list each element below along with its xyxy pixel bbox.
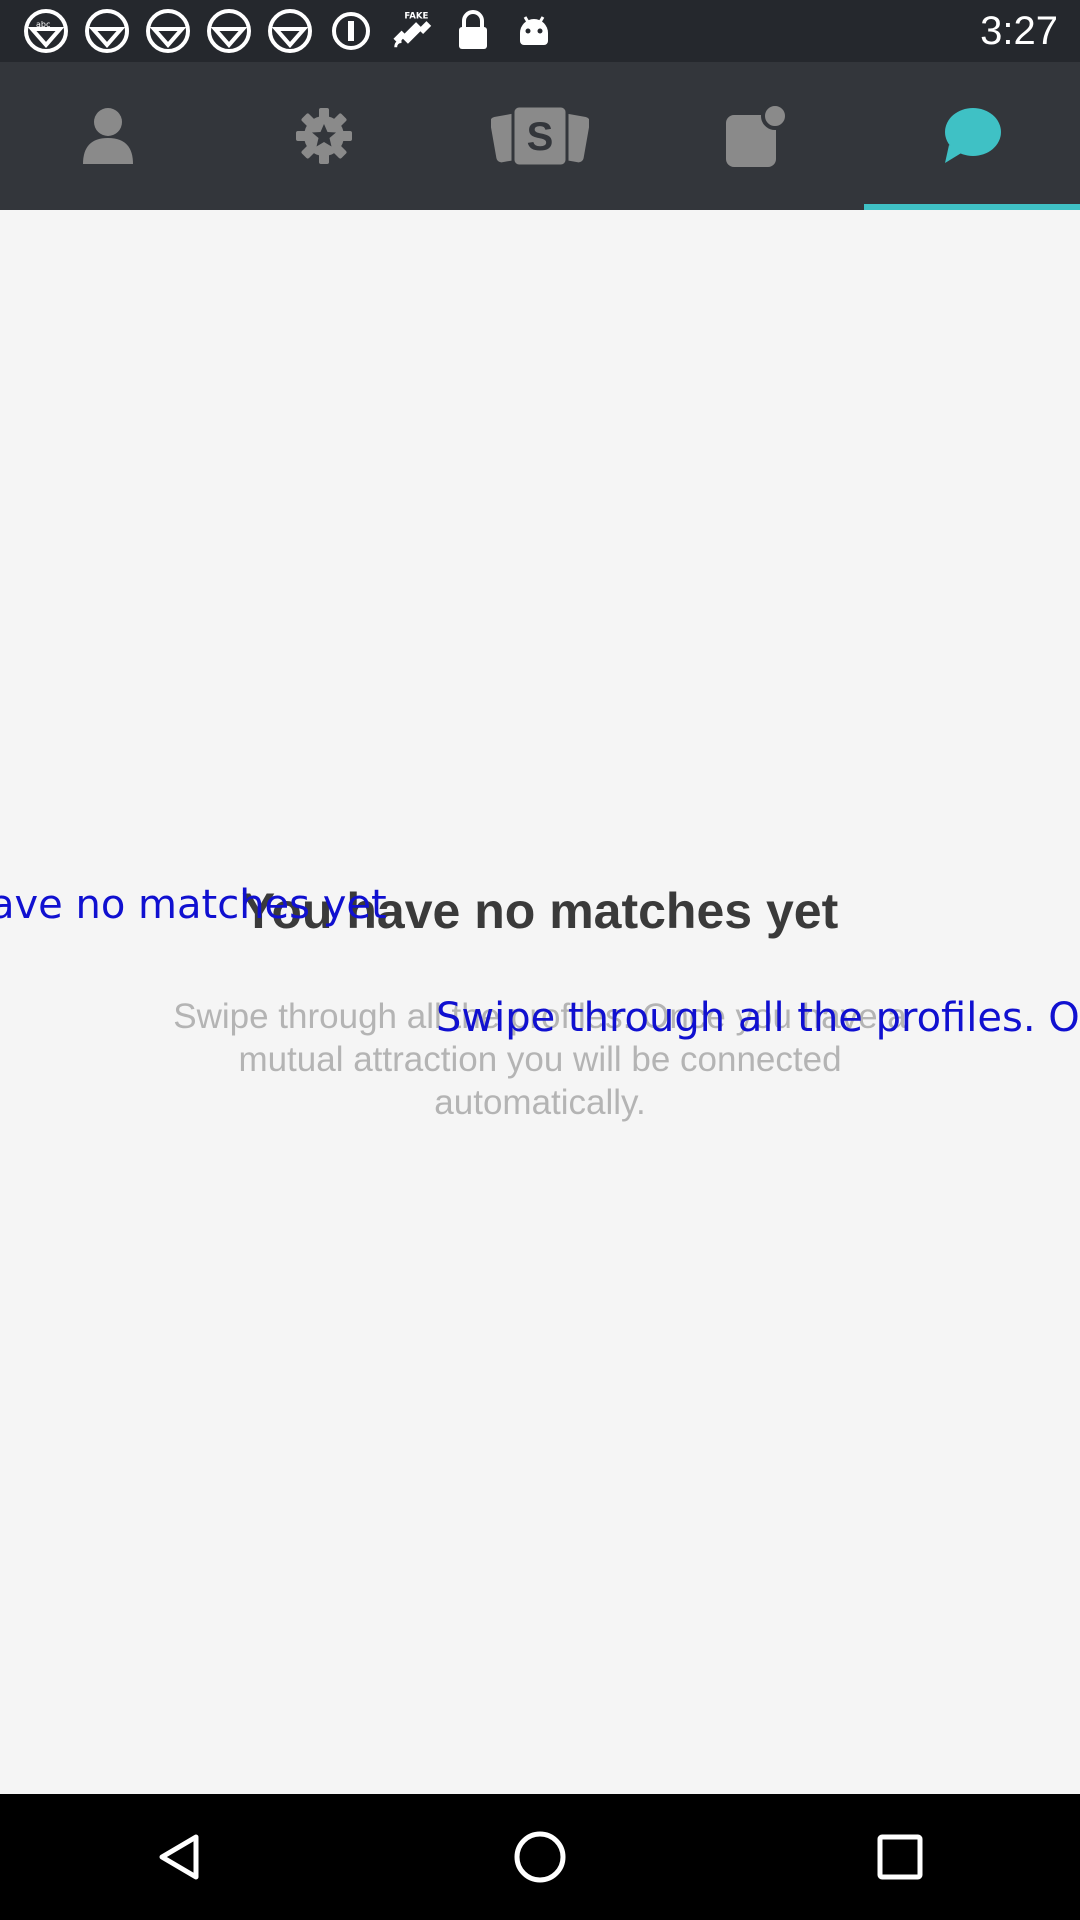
home-circle-icon (514, 1831, 566, 1883)
system-navigation-bar (0, 1794, 1080, 1920)
abc7-notification-icon (268, 9, 312, 53)
cards-letter: S (527, 115, 554, 159)
overlay-title-text: ave no matches yet (0, 882, 387, 928)
info-icon (329, 9, 373, 53)
cards-icon: S (491, 104, 589, 168)
chat-bubble-icon (945, 108, 1001, 163)
status-bar: abc FAKE 3:27 (0, 0, 1080, 62)
abc7-notification-icon (85, 9, 129, 53)
gear-icon (296, 108, 352, 164)
person-icon (83, 108, 133, 164)
fake-gps-icon: FAKE (390, 9, 434, 53)
overlay-description-text: Swipe through all the profiles. On (436, 995, 1080, 1041)
back-triangle-icon (159, 1834, 199, 1880)
tab-notifications[interactable] (648, 62, 864, 210)
android-icon (512, 9, 556, 53)
tab-swipe[interactable]: S (432, 62, 648, 210)
tab-messages[interactable] (864, 62, 1080, 210)
home-button[interactable] (480, 1802, 600, 1912)
abc7-notification-icon (146, 9, 190, 53)
back-button[interactable] (120, 1802, 240, 1912)
tab-settings[interactable] (216, 62, 432, 210)
abc7-notification-icon: abc (24, 9, 68, 53)
tab-profile[interactable] (0, 62, 216, 210)
abc-label: abc (36, 20, 50, 29)
matches-empty-state: You have no matches yet Swipe through al… (0, 210, 1080, 1794)
notification-icon (726, 103, 789, 167)
lock-icon (451, 9, 495, 53)
status-icons: abc FAKE (24, 8, 556, 54)
status-time: 3:27 (980, 9, 1058, 53)
tab-bar: S (0, 62, 1080, 210)
fake-gps-label: FAKE (404, 12, 428, 22)
recents-square-icon (877, 1834, 923, 1880)
recents-button[interactable] (840, 1802, 960, 1912)
abc7-notification-icon (207, 9, 251, 53)
